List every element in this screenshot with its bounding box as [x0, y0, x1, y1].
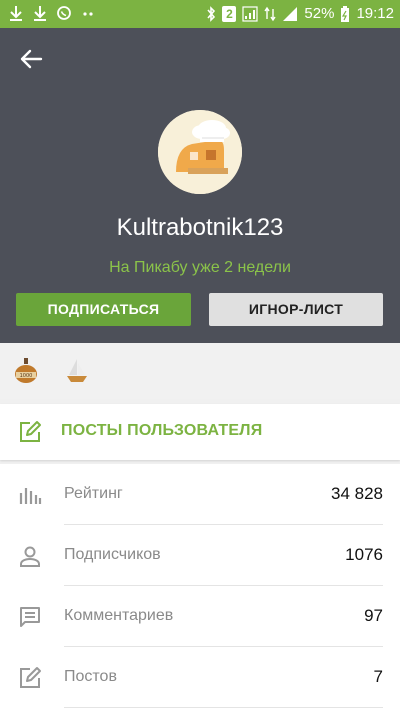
whatsapp-icon — [57, 6, 71, 20]
bluetooth-icon — [207, 6, 216, 22]
user-posts-label: ПОСТЫ ПОЛЬЗОВАТЕЛЯ — [61, 422, 263, 439]
stat-value: 34 828 — [331, 484, 383, 503]
bar-chart-icon — [19, 488, 42, 504]
ship-award-icon[interactable] — [64, 357, 90, 385]
clock: 19:12 — [356, 5, 394, 22]
membership-duration: На Пикабу уже 2 недели — [109, 259, 291, 276]
battery-icon — [341, 6, 350, 22]
user-posts-link[interactable]: ПОСТЫ ПОЛЬЗОВАТЕЛЯ — [0, 404, 400, 460]
stat-row-subscribers: Подписчиков 1076 — [0, 525, 400, 586]
stat-value: 97 — [364, 606, 383, 625]
edit-icon — [20, 667, 41, 688]
stat-label: Рейтинг — [64, 485, 123, 502]
status-bar: 2 52% 19:12 — [0, 0, 400, 28]
stat-label: Постов — [64, 668, 117, 685]
medal-1000-icon[interactable]: 1000 — [13, 357, 39, 385]
status-icons-left — [8, 4, 96, 22]
battery-percent: 52% — [304, 5, 335, 22]
status-icons-right: 2 52% 19:12 — [206, 4, 394, 24]
person-icon — [20, 546, 40, 567]
stat-row-rating: Рейтинг 34 828 — [0, 464, 400, 525]
baker-avatar-image — [158, 110, 242, 194]
data-arrows-icon — [264, 6, 277, 22]
sim-badge: 2 — [222, 6, 237, 22]
username: Kultrabotnik123 — [116, 214, 284, 241]
stat-label: Комментариев — [64, 607, 174, 624]
profile-header: Kultrabotnik123 На Пикабу уже 2 недели П… — [0, 28, 400, 343]
edit-icon — [20, 421, 41, 442]
stats-list: Рейтинг 34 828 Подписчиков 1076 Коммента… — [0, 464, 400, 711]
stat-row-comments: Комментариев 97 — [0, 586, 400, 647]
signal-strength-icon — [283, 7, 298, 21]
avatar[interactable] — [158, 110, 242, 194]
awards-row: 1000 — [0, 343, 400, 399]
download-icon — [10, 6, 22, 21]
ignore-list-button[interactable]: ИГНОР-ЛИСТ — [209, 293, 383, 326]
stat-row-posts: Постов 7 — [0, 647, 400, 708]
divider — [64, 707, 383, 708]
stat-label: Подписчиков — [64, 546, 161, 563]
subscribe-button[interactable]: ПОДПИСАТЬСЯ — [16, 293, 191, 326]
signal-icon — [242, 6, 259, 22]
more-dots-icon — [83, 12, 93, 16]
stat-value: 1076 — [345, 545, 383, 564]
comment-icon — [20, 607, 40, 627]
back-arrow-icon[interactable] — [16, 44, 46, 74]
svg-text:1000: 1000 — [20, 373, 33, 379]
download-icon — [34, 6, 46, 21]
stat-value: 7 — [373, 667, 383, 686]
